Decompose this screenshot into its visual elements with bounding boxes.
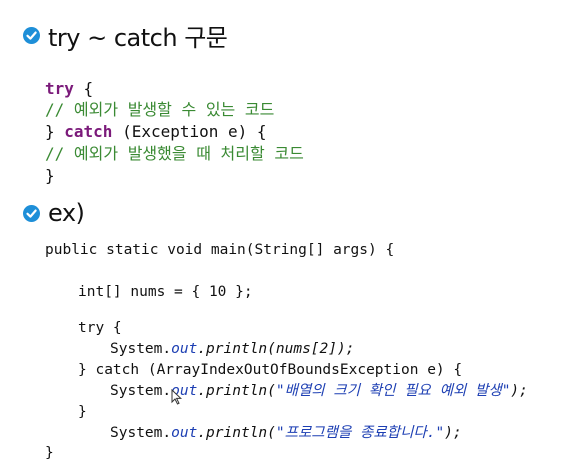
section-title: ex) xyxy=(48,199,85,227)
code-comment: // 예외가 발생했을 때 처리할 코드 xyxy=(45,144,304,163)
check-circle-icon xyxy=(23,27,40,44)
code-comment: // 예외가 발생할 수 있는 코드 xyxy=(45,100,275,119)
section-title: try ~ catch 구문 xyxy=(48,24,228,52)
code-line: System.out.println(nums[2]); xyxy=(110,341,355,357)
check-circle-icon xyxy=(23,204,40,222)
code-line: } xyxy=(45,445,54,461)
code-line: System.out.println("프로그램을 종료합니다."); xyxy=(110,425,462,441)
section-heading-example: ex) xyxy=(23,199,85,227)
mouse-pointer-icon xyxy=(171,388,183,409)
code-line: public static void main(String[] args) { xyxy=(45,242,395,258)
code-line: try { xyxy=(78,320,122,336)
code-line: int[] nums = { 10 }; xyxy=(78,284,253,300)
section-heading-try-catch: try ~ catch 구문 xyxy=(23,18,228,53)
code-line: } catch (Exception e) { xyxy=(45,122,267,141)
code-line: } xyxy=(78,404,87,420)
code-line: try { xyxy=(45,79,94,98)
code-line: } xyxy=(45,166,55,185)
code-line: } catch (ArrayIndexOutOfBoundsException … xyxy=(78,362,463,378)
